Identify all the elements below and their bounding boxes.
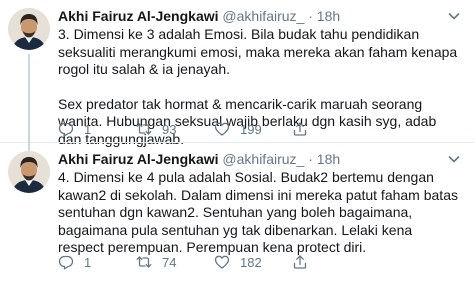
timeline: Akhi Fairuz Al-Jengkawi @akhifairuz_ · 1… <box>0 0 474 282</box>
tweet-actions: 1 74 182 <box>58 254 370 270</box>
tweet-paragraph: 4. Dimensi ke 4 pula adalah Sosial. Buda… <box>58 169 458 255</box>
avatar-photo <box>8 8 50 50</box>
tweet-actions: 1 93 199 <box>58 121 370 137</box>
heart-icon <box>214 122 230 136</box>
separator-dot: · <box>308 8 313 24</box>
chevron-down-icon[interactable] <box>446 8 462 24</box>
like-button[interactable]: 199 <box>214 121 292 137</box>
tweet-1[interactable]: Akhi Fairuz Al-Jengkawi @akhifairuz_ · 1… <box>0 0 474 147</box>
heart-icon <box>214 255 230 269</box>
retweet-button[interactable]: 74 <box>136 254 214 270</box>
tweet-text: 4. Dimensi ke 4 pula adalah Sosial. Buda… <box>58 169 458 257</box>
share-button[interactable] <box>292 254 370 270</box>
share-button[interactable] <box>292 121 370 137</box>
reply-icon <box>58 255 74 270</box>
tweet-paragraph: 3. Dimensi ke 3 adalah Emosi. Bila budak… <box>58 26 458 77</box>
timestamp[interactable]: 18h <box>317 151 340 167</box>
thread-connector <box>28 54 30 142</box>
avatar-photo <box>8 151 50 193</box>
retweet-icon <box>136 256 152 268</box>
retweet-button[interactable]: 93 <box>136 121 214 137</box>
share-icon <box>293 255 307 269</box>
like-count: 199 <box>240 121 262 137</box>
like-count: 182 <box>240 254 262 270</box>
author-handle[interactable]: @akhifairuz_ <box>222 8 304 24</box>
retweet-count: 74 <box>162 254 177 270</box>
reply-button[interactable]: 1 <box>58 121 136 137</box>
like-button[interactable]: 182 <box>214 254 292 270</box>
timestamp[interactable]: 18h <box>317 8 340 24</box>
author-handle[interactable]: @akhifairuz_ <box>222 151 304 167</box>
separator-dot: · <box>308 151 313 167</box>
reply-count: 1 <box>84 254 92 270</box>
reply-button[interactable]: 1 <box>58 254 136 270</box>
author-name[interactable]: Akhi Fairuz Al-Jengkawi <box>58 8 219 24</box>
chevron-down-icon[interactable] <box>446 151 462 167</box>
retweet-count: 93 <box>162 121 177 137</box>
tweet-header: Akhi Fairuz Al-Jengkawi @akhifairuz_ · 1… <box>58 8 340 25</box>
tweet-header: Akhi Fairuz Al-Jengkawi @akhifairuz_ · 1… <box>58 151 340 168</box>
avatar[interactable] <box>8 8 50 50</box>
avatar[interactable] <box>8 151 50 193</box>
author-name[interactable]: Akhi Fairuz Al-Jengkawi <box>58 151 219 167</box>
reply-count: 1 <box>84 121 92 137</box>
reply-icon <box>58 122 74 137</box>
tweet-2[interactable]: Akhi Fairuz Al-Jengkawi @akhifairuz_ · 1… <box>0 142 474 282</box>
share-icon <box>293 122 307 136</box>
retweet-icon <box>136 123 152 135</box>
